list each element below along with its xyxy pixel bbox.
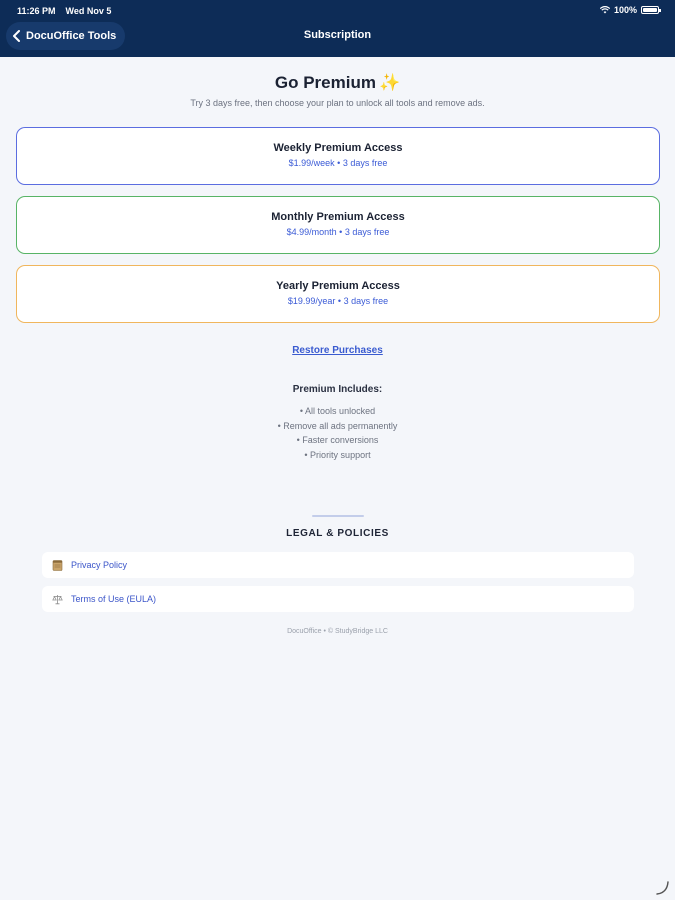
- wifi-icon: [599, 6, 610, 14]
- terms-of-use-link[interactable]: Terms of Use (EULA): [42, 586, 634, 612]
- premium-heading: Go Premium ✨: [0, 73, 675, 93]
- premium-includes-heading: Premium Includes:: [292, 384, 383, 395]
- status-indicators: 100%: [599, 5, 661, 15]
- section-divider: [312, 515, 364, 517]
- battery-level: [643, 8, 657, 12]
- premium-includes-list: • All tools unlocked • Remove all ads pe…: [0, 404, 675, 462]
- privacy-policy-link[interactable]: Privacy Policy: [42, 552, 634, 578]
- plan-name: Yearly Premium Access: [276, 280, 400, 292]
- subscription-content: Go Premium ✨ Try 3 days free, then choose…: [0, 57, 675, 900]
- legal-heading: LEGAL & POLICIES: [286, 528, 389, 539]
- terms-of-use-label: Terms of Use (EULA): [71, 594, 157, 604]
- status-clock: 11:26 PM: [17, 6, 56, 16]
- plan-price: $19.99/year • 3 days free: [287, 296, 389, 306]
- scale-icon: [52, 594, 63, 604]
- battery-percent: 100%: [613, 5, 637, 15]
- premium-title: Go Premium: [274, 73, 376, 92]
- footer-text: DocuOffice • © StudyBridge LLC: [287, 628, 388, 635]
- plan-name: Weekly Premium Access: [273, 142, 403, 154]
- plan-card-weekly[interactable]: Weekly Premium Access $1.99/week • 3 day…: [16, 127, 660, 185]
- document-icon: [52, 559, 63, 571]
- status-time: 11:26 PM Wed Nov 5: [17, 6, 111, 16]
- plan-name: Monthly Premium Access: [271, 211, 405, 223]
- list-item: • Faster conversions: [296, 435, 379, 445]
- resize-handle-icon: [656, 881, 669, 895]
- status-date: Wed Nov 5: [65, 6, 112, 16]
- sparkles-icon: ✨: [378, 73, 401, 92]
- list-item: • All tools unlocked: [299, 406, 376, 416]
- plan-card-yearly[interactable]: Yearly Premium Access $19.99/year • 3 da…: [16, 265, 660, 323]
- restore-purchases-link[interactable]: Restore Purchases: [0, 345, 675, 356]
- plan-price: $4.99/month • 3 days free: [286, 227, 390, 237]
- privacy-policy-label: Privacy Policy: [71, 560, 128, 570]
- premium-subtitle: Try 3 days free, then choose your plan t…: [190, 98, 485, 108]
- list-item: • Remove all ads permanently: [277, 420, 398, 431]
- battery-icon: [641, 6, 661, 14]
- list-item: • Priority support: [304, 449, 371, 460]
- navigation-bar: 11:26 PM Wed Nov 5 100% DocuOffice Tools…: [0, 0, 675, 57]
- plan-price: $1.99/week • 3 days free: [288, 158, 388, 168]
- page-title: Subscription: [303, 29, 372, 41]
- plan-card-monthly[interactable]: Monthly Premium Access $4.99/month • 3 d…: [16, 196, 660, 254]
